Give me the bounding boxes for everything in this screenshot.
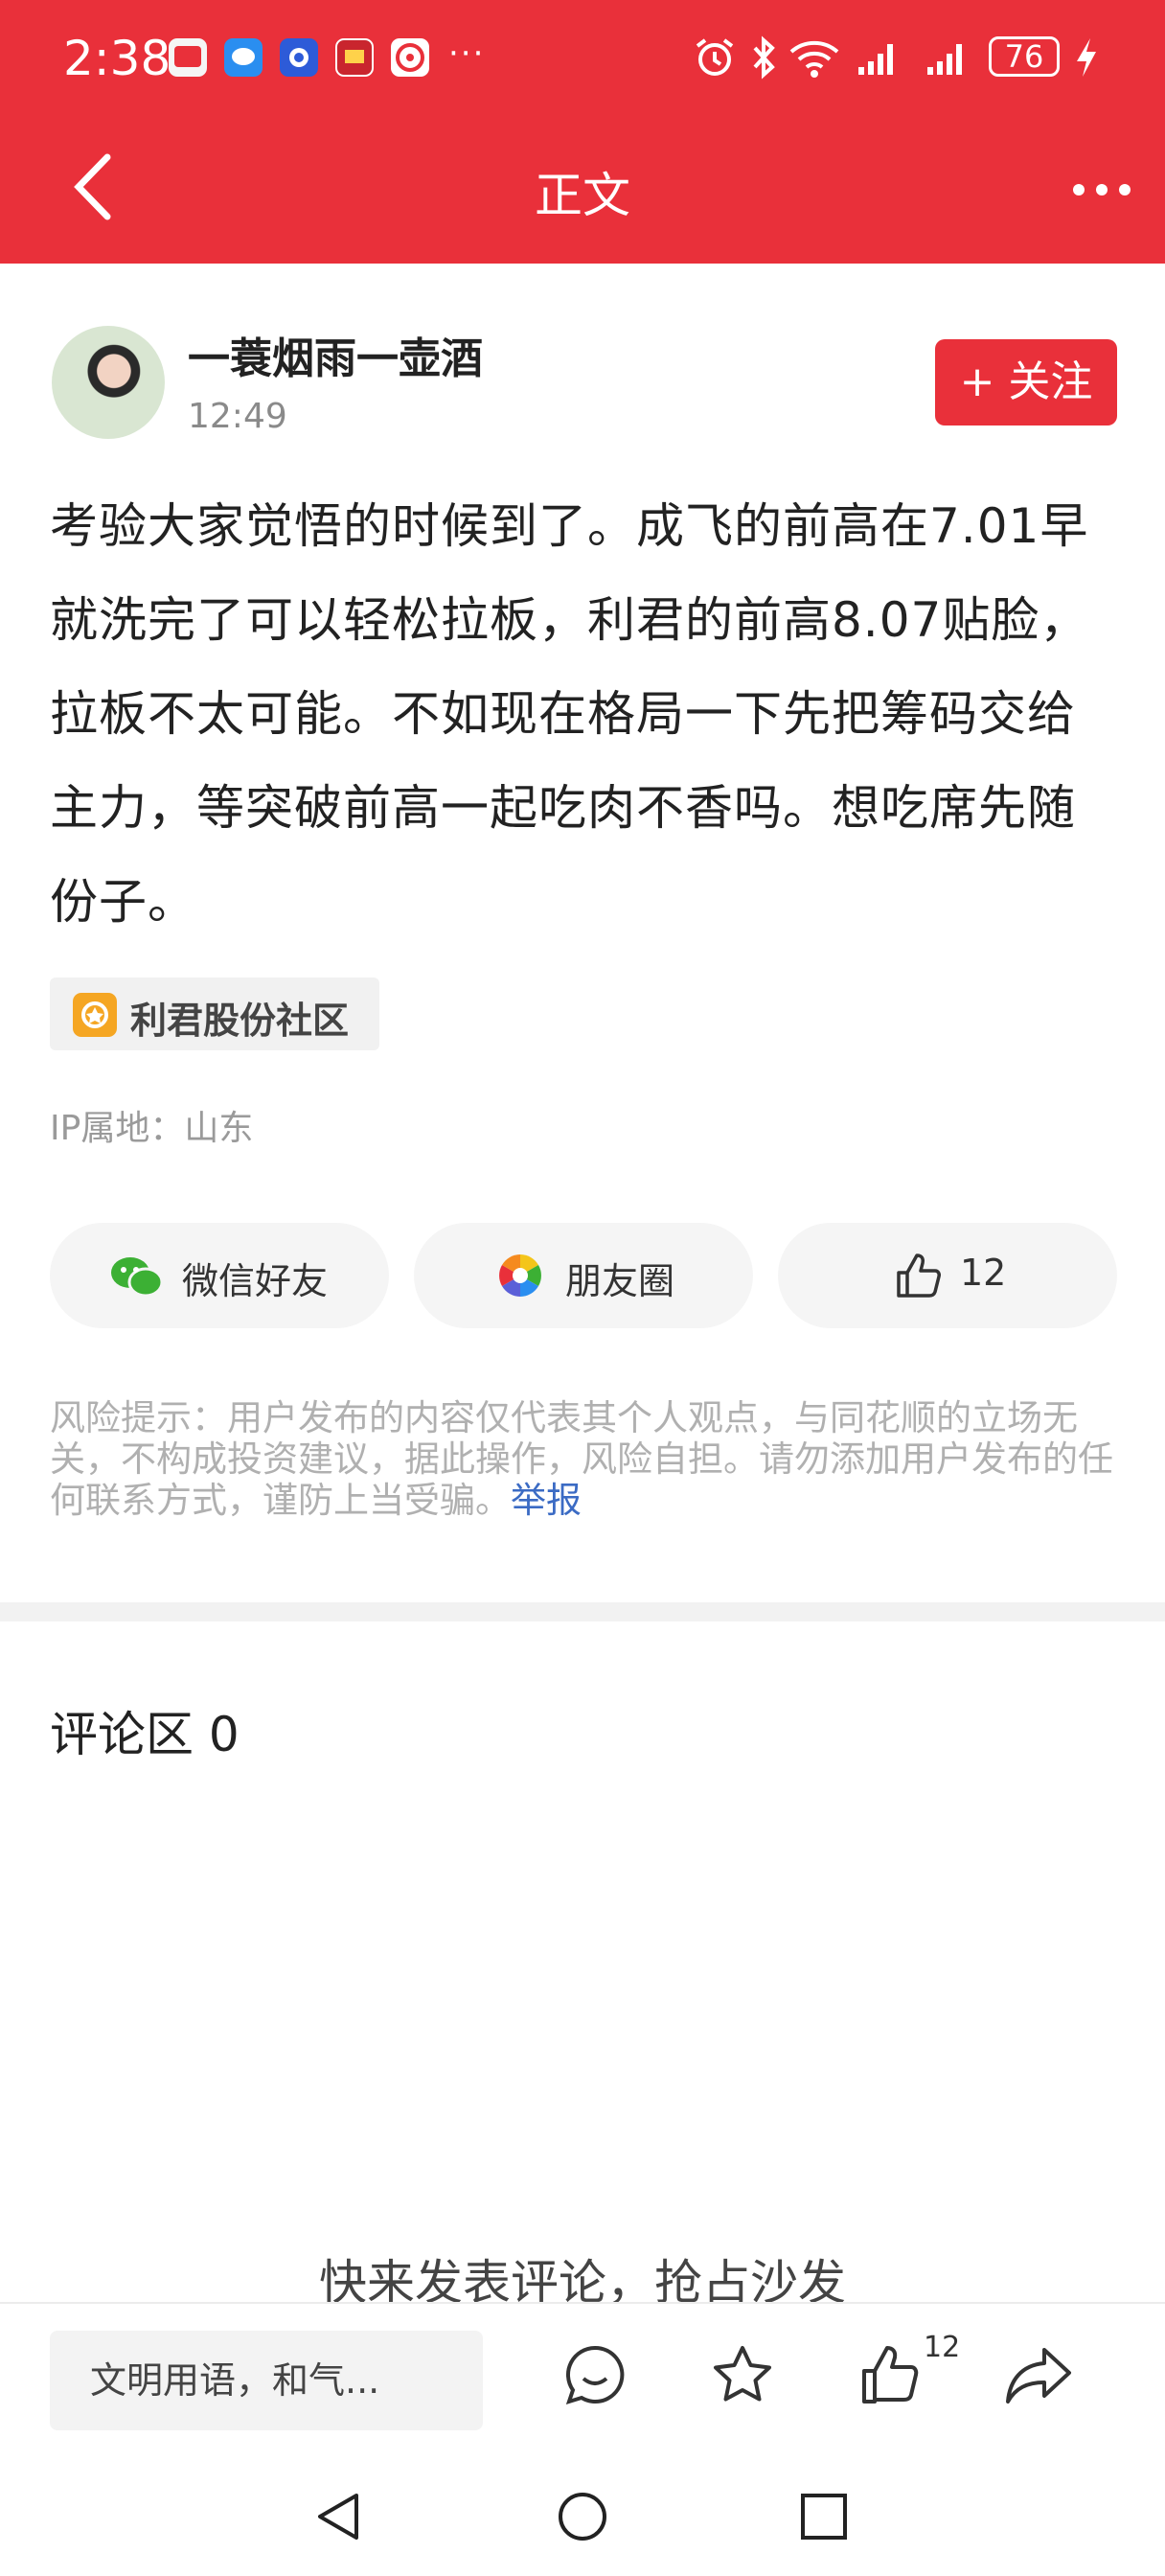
favorite-icon[interactable] [709,2342,776,2409]
bluetooth-icon [753,35,775,80]
bottom-action-bar: 文明用语，和气... 12 [0,2302,1165,2457]
ip-location: IP属地：山东 [50,1109,254,1148]
charging-icon [1077,38,1096,77]
community-tag[interactable]: 利君股份社区 [50,978,379,1050]
comment-input[interactable]: 文明用语，和气... [50,2331,483,2430]
status-time: 2:38 [63,31,171,86]
nav-recents-icon[interactable] [797,2490,851,2543]
tonghuashun-app-icon [391,38,429,77]
comment-icon[interactable] [561,2342,628,2409]
author-avatar[interactable] [52,326,165,439]
like-count: 12 [960,1252,1007,1294]
moments-icon [499,1254,541,1297]
share-moments-label: 朋友圈 [565,1260,675,1302]
like-button[interactable]: 12 [778,1223,1117,1328]
app-icon [280,38,318,77]
report-link[interactable]: 举报 [511,1480,582,1521]
system-nav-bar [0,2455,1165,2576]
nav-back-icon[interactable] [312,2490,366,2543]
author-name[interactable]: 一蓑烟雨一壶酒 [188,324,483,385]
community-tag-label: 利君股份社区 [130,1000,350,1042]
battery-indicator: 76 [989,36,1060,77]
follow-button[interactable]: + 关注 [935,339,1117,426]
app-header: 2:38 ··· 76 正文 [0,0,1165,264]
share-wechat-button[interactable]: 微信好友 [50,1223,389,1328]
thumbs-up-icon [897,1254,941,1298]
wifi-icon [789,40,839,78]
news-app-icon [335,38,374,77]
nav-home-icon[interactable] [556,2490,609,2543]
post-content: 考验大家觉悟的时候到了。成飞的前高在7.01早就洗完了可以轻松拉板，利君的前高8… [50,498,1089,930]
page-title: 正文 [535,168,630,223]
comments-header: 评论区 0 [50,1707,240,1762]
status-bar: 2:38 ··· 76 [0,0,1165,115]
share-wechat-label: 微信好友 [182,1260,329,1302]
bottom-like-count: 12 [924,2331,961,2364]
message-app-icon [224,38,263,77]
wechat-icon [111,1257,164,1298]
post-time: 12:49 [188,397,287,436]
community-icon [73,993,117,1037]
section-divider [0,1602,1165,1622]
share-icon[interactable] [1004,2342,1075,2409]
risk-notice: 风险提示：用户发布的内容仅代表其个人观点，与同花顺的立场无关，不构成投资建议，据… [50,1397,1123,1521]
risk-notice-text: 风险提示：用户发布的内容仅代表其个人观点，与同花顺的立场无关，不构成投资建议，据… [50,1397,1113,1521]
share-moments-button[interactable]: 朋友圈 [414,1223,753,1328]
signal-icon-2 [927,44,962,75]
signal-icon-1 [858,44,893,75]
huawei-app-icon [169,38,207,77]
more-notifications: ··· [448,34,486,73]
like-icon[interactable] [857,2342,924,2409]
alarm-icon [696,38,734,76]
more-options-icon[interactable] [1071,182,1132,197]
